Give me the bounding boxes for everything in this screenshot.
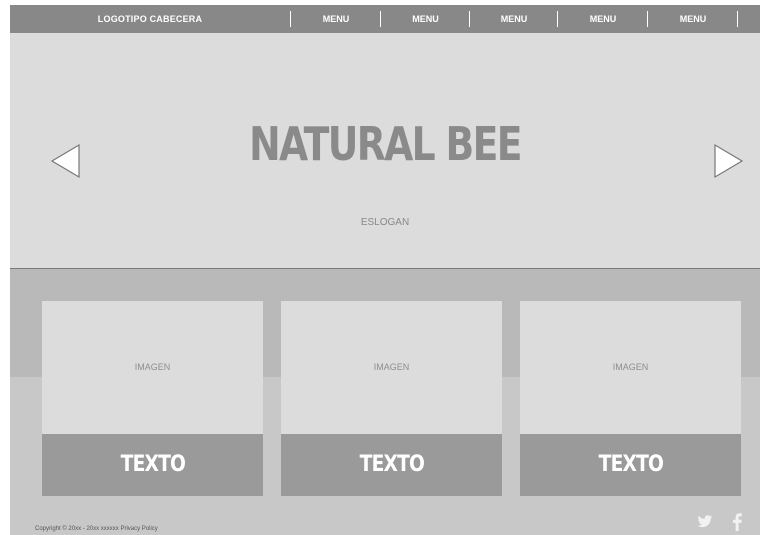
page: LOGOTIPO CABECERA MENU MENU MENU MENU ME… xyxy=(10,5,760,535)
hero-slogan: ESLOGAN xyxy=(360,217,410,228)
header-bar: LOGOTIPO CABECERA MENU MENU MENU MENU ME… xyxy=(10,5,760,33)
header-logo[interactable]: LOGOTIPO CABECERA xyxy=(10,5,290,33)
card-text: TEXTO xyxy=(520,434,741,496)
twitter-icon[interactable] xyxy=(697,513,713,533)
card-image: IMAGEN xyxy=(520,301,741,434)
card-text: TEXTO xyxy=(42,434,263,496)
card-1[interactable]: IMAGEN TEXTO xyxy=(42,301,263,496)
menu-separator xyxy=(737,11,738,27)
menu-item-4[interactable]: MENU xyxy=(558,5,648,33)
card-2[interactable]: IMAGEN TEXTO xyxy=(281,301,502,496)
copyright-text: Copyright © 20xx - 20xx xxxxxx Privacy P… xyxy=(35,526,158,532)
card-image: IMAGEN xyxy=(42,301,263,434)
hero-title: NATURAL BEE xyxy=(249,117,522,171)
card-image: IMAGEN xyxy=(281,301,502,434)
menu-item-5[interactable]: MENU xyxy=(648,5,738,33)
menu-item-3[interactable]: MENU xyxy=(470,5,558,33)
menu-item-1[interactable]: MENU xyxy=(291,5,381,33)
menu-item-2[interactable]: MENU xyxy=(381,5,470,33)
slider-next-icon[interactable] xyxy=(708,141,748,181)
content-section: IMAGEN TEXTO IMAGEN TEXTO IMAGEN TEXTO xyxy=(10,269,760,535)
card-3[interactable]: IMAGEN TEXTO xyxy=(520,301,741,496)
facebook-icon[interactable] xyxy=(731,513,743,533)
card-text: TEXTO xyxy=(281,434,502,496)
hero-slider: NATURAL BEE ESLOGAN xyxy=(10,33,760,269)
